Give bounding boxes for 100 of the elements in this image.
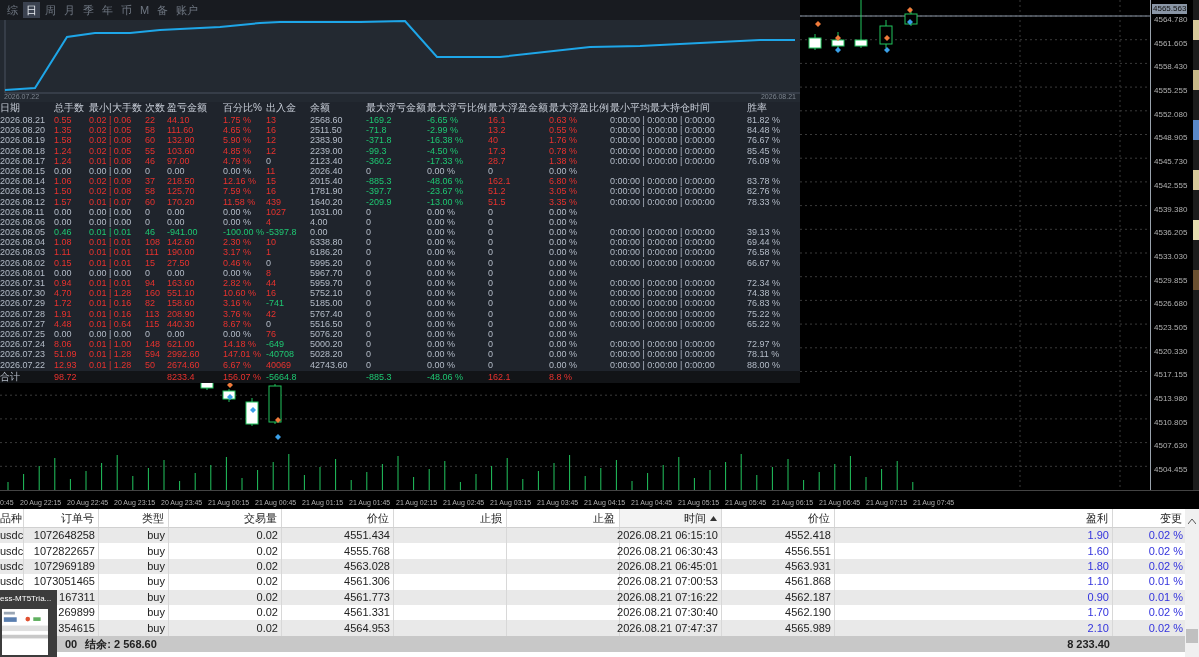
- table-cell-text: 85.45 %: [747, 145, 782, 156]
- candlestick: [854, 0, 868, 49]
- table-cell-text: 0: [266, 318, 272, 329]
- table-cell-text: 0.00 %: [549, 206, 579, 217]
- table-cell-text: 2026.08.18: [0, 145, 47, 156]
- period-tab[interactable]: 周: [42, 2, 59, 18]
- table-cell-text: 1.75 %: [223, 115, 253, 126]
- table-cell-text: 0: [366, 206, 372, 217]
- table-cell-text: 594: [145, 349, 162, 360]
- table-cell-text: 0: [145, 165, 151, 177]
- table-cell-text: 46: [145, 227, 156, 238]
- table-cell-text: 2026.07.28: [0, 308, 47, 319]
- period-tab[interactable]: 年: [99, 2, 116, 18]
- column-header: 最小|大手数: [89, 102, 143, 114]
- scrollbar[interactable]: [1185, 509, 1199, 657]
- table-cell-text: 2026.08.04: [0, 237, 47, 248]
- price-label: 4561.605: [1153, 38, 1188, 49]
- table-cell-text: 111.60: [167, 125, 195, 136]
- table-cell-text: 0:00:00 | 0:00:00 | 0:00:00: [610, 308, 716, 319]
- table-row[interactable]: usdc 1072648258 buy 0.02 4551.434 2026.08.21 06:15:10 4552.418 1.90 0.02 %: [0, 528, 1185, 544]
- total-cell-text: 98.72: [54, 370, 78, 383]
- table-cell-text: 75.22 %: [747, 308, 782, 319]
- table-cell: 1072969189: [33, 558, 95, 574]
- table-cell-text: 1.11: [54, 247, 72, 258]
- column-header[interactable]: 品种: [0, 509, 24, 527]
- table-cell-text: 0: [366, 165, 372, 177]
- table-cell-text: 0.02 | 0.06: [89, 115, 133, 126]
- column-header[interactable]: 时间: [620, 509, 722, 527]
- table-cell-text: 0: [488, 165, 494, 177]
- table-cell-text: 1.57: [54, 196, 73, 207]
- column-header: 余额: [310, 102, 331, 114]
- table-cell: 4561.868: [785, 574, 831, 590]
- column-header: 百分比%: [223, 102, 263, 114]
- table-cell-text: -13.00 %: [427, 196, 465, 207]
- table-cell-text: 111: [145, 247, 160, 258]
- table-cell-text: 12.93: [54, 359, 78, 370]
- table-cell-text: 51.09: [54, 349, 78, 360]
- table-cell: 4561.773: [344, 589, 390, 605]
- table-cell-text: 0.00 %: [549, 257, 579, 268]
- table-cell-text: 2026.08.19: [0, 135, 47, 146]
- table-cell-text: 6338.80: [310, 237, 344, 248]
- table-cell-text: 0:00:00 | 0:00:00 | 0:00:00: [610, 278, 716, 289]
- period-tab[interactable]: 备: [154, 2, 172, 18]
- period-tab[interactable]: 账户: [173, 2, 202, 18]
- candlestick: [222, 388, 236, 403]
- table-cell-text: 2026.07.24: [0, 339, 47, 350]
- table-cell-text: 0:00:00 | 0:00:00 | 0:00:00: [610, 186, 716, 197]
- table-cell-text: 0.01 | 1.00: [89, 339, 133, 350]
- table-cell-text: 3.05 %: [549, 186, 579, 197]
- table-cell: 2026.08.21 06:30:43: [617, 543, 718, 559]
- table-cell-text: 1.35: [54, 125, 73, 136]
- table-cell-text: 0.00 %: [549, 328, 579, 340]
- table-cell-text: 0: [366, 247, 372, 258]
- table-cell-text: 4.79 %: [223, 155, 253, 166]
- table-cell-text: 0.46: [54, 227, 73, 238]
- table-cell-text: 1031.00: [310, 206, 344, 217]
- price-label: 4564.780: [1153, 15, 1188, 25]
- table-cell: 4551.434: [344, 528, 390, 544]
- table-cell: 0.02 %: [1148, 528, 1183, 544]
- scroll-up-icon[interactable]: [1188, 519, 1196, 524]
- table-cell-text: -885.3: [366, 176, 393, 187]
- table-cell-text: 28.7: [488, 155, 507, 166]
- table-cell: 1.80: [1087, 558, 1109, 574]
- period-tab[interactable]: 日: [23, 2, 40, 18]
- scrollbar-thumb[interactable]: [1186, 629, 1198, 643]
- table-cell-text: 2026.08.20: [0, 125, 47, 136]
- column-header: 总手数: [54, 102, 85, 114]
- table-cell-text: 0: [366, 237, 372, 248]
- table-cell-text: -71.8: [366, 125, 388, 136]
- column-header: 最小平均最大持仓时间: [610, 102, 711, 114]
- table-cell-text: 2026.08.17: [0, 155, 47, 166]
- period-tab[interactable]: M: [137, 2, 153, 18]
- table-cell: 1.60: [1087, 543, 1109, 559]
- period-tab[interactable]: 综: [4, 2, 21, 18]
- table-cell-text: 551.10: [167, 288, 196, 299]
- table-cell-text: 3.35 %: [549, 196, 579, 207]
- table-cell-text: -23.67 %: [427, 186, 465, 197]
- table-cell-text: 8: [266, 267, 272, 278]
- table-cell-text: 2.82 %: [223, 278, 253, 289]
- window-preview-tooltip[interactable]: ess-MT5Tria...: [0, 590, 57, 657]
- table-cell-text: 60: [145, 135, 156, 146]
- period-tab[interactable]: 季: [80, 2, 97, 18]
- table-row[interactable]: usdc 1073051465 buy 0.02 4561.306 2026.08.21 07:00:53 4561.868 1.10 0.01 %: [0, 574, 1185, 590]
- table-cell-text: 5000.20: [310, 339, 344, 350]
- table-cell-text: 16: [266, 125, 277, 136]
- table-cell-text: 0.00 %: [427, 237, 457, 248]
- period-tab[interactable]: 币: [118, 2, 135, 18]
- table-cell-text: 158.60: [167, 298, 196, 309]
- table-cell: 0.90: [1087, 589, 1109, 605]
- table-cell: 4565.989: [785, 620, 831, 636]
- table-cell-text: 82.76 %: [747, 186, 782, 197]
- table-cell-text: 10.60 %: [223, 288, 258, 299]
- table-cell-text: 2026.07.23: [0, 349, 47, 360]
- period-tab[interactable]: 月: [61, 2, 78, 18]
- table-cell-text: 0: [488, 328, 494, 340]
- table-cell-text: 0: [266, 155, 272, 166]
- table-cell-text: 5185.00: [310, 298, 344, 309]
- total-cell-text: 合计: [0, 370, 21, 383]
- table-row[interactable]: usdc 1072822657 buy 0.02 4555.768 2026.08.21 06:30:43 4556.551 1.60 0.02 %: [0, 543, 1185, 559]
- table-cell-text: 0.00 %: [549, 359, 579, 370]
